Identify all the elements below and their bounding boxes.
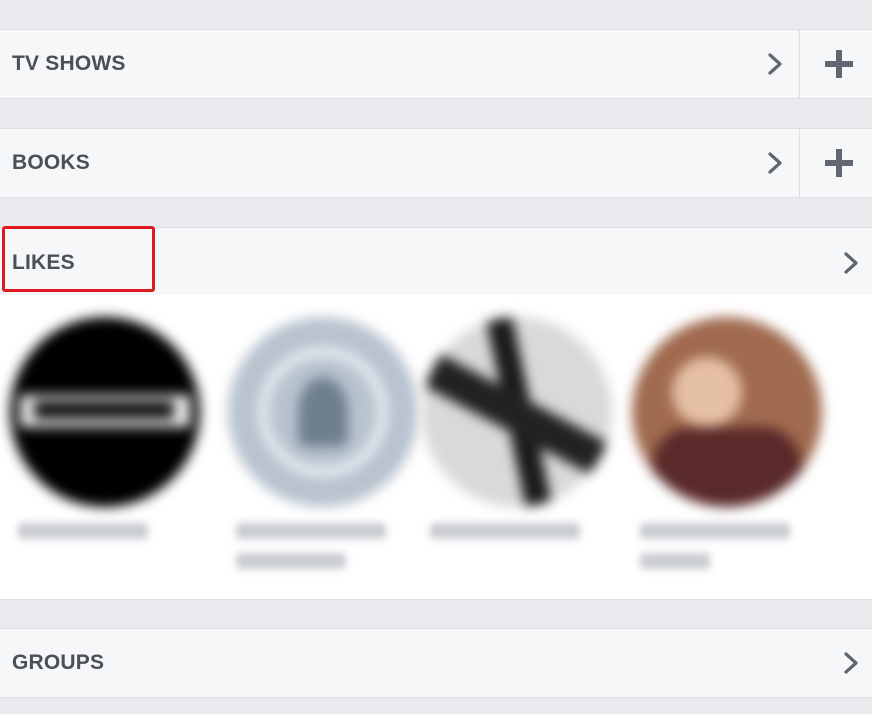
likes-grid bbox=[0, 295, 872, 600]
section-title-tv-shows: TV SHOWS bbox=[12, 52, 126, 75]
divider bbox=[799, 129, 800, 197]
likes-highlight-box bbox=[2, 226, 155, 292]
plus-icon[interactable] bbox=[822, 47, 856, 81]
chevron-right-icon[interactable] bbox=[764, 150, 786, 176]
section-books[interactable]: BOOKS bbox=[0, 128, 872, 198]
like-item[interactable] bbox=[228, 295, 428, 595]
section-groups[interactable]: GROUPS bbox=[0, 628, 872, 698]
section-title-groups: GROUPS bbox=[12, 651, 105, 674]
section-title-books: BOOKS bbox=[12, 151, 91, 174]
avatar bbox=[228, 317, 418, 507]
avatar bbox=[10, 317, 200, 507]
avatar bbox=[422, 317, 612, 507]
like-caption-blurred bbox=[430, 515, 600, 539]
divider bbox=[799, 30, 800, 98]
like-item[interactable] bbox=[632, 295, 832, 595]
chevron-right-icon[interactable] bbox=[764, 51, 786, 77]
plus-icon[interactable] bbox=[822, 146, 856, 180]
chevron-right-icon[interactable] bbox=[840, 250, 862, 276]
avatar bbox=[632, 317, 822, 507]
like-caption-blurred bbox=[236, 515, 406, 569]
like-caption-blurred bbox=[640, 515, 810, 569]
like-caption-blurred bbox=[18, 515, 188, 539]
section-tv-shows[interactable]: TV SHOWS bbox=[0, 29, 872, 99]
like-item[interactable] bbox=[10, 295, 210, 595]
like-item[interactable] bbox=[422, 295, 622, 595]
chevron-right-icon[interactable] bbox=[840, 650, 862, 676]
